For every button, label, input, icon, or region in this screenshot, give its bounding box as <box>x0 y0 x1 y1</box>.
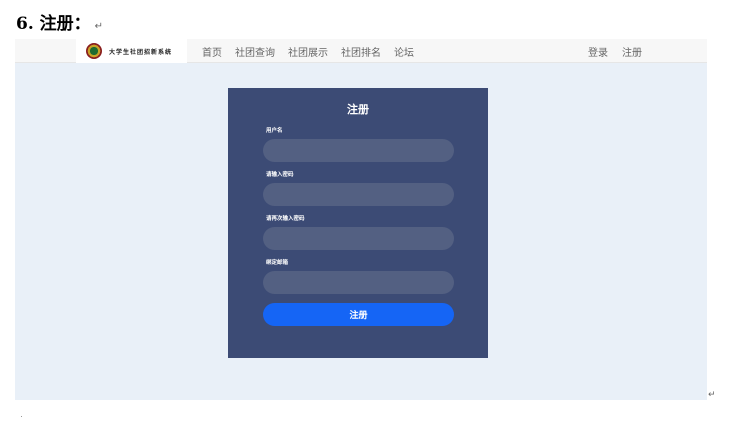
nav-link-club-ranking[interactable]: 社团排名 <box>341 44 381 59</box>
nav-link-club-showcase[interactable]: 社团展示 <box>288 44 328 59</box>
brand[interactable]: 大学生社团招新系统 <box>76 39 187 63</box>
confirm-password-label: 请再次输入密码 <box>266 216 305 222</box>
stray-dot <box>21 416 22 417</box>
top-navbar: 大学生社团招新系统 首页 社团查询 社团展示 社团排名 论坛 登录 注册 <box>15 39 707 63</box>
paragraph-end-mark-icon: ↵ <box>708 390 716 400</box>
document-heading: 6. 注册： ↵ <box>16 9 103 34</box>
username-input[interactable] <box>263 139 454 162</box>
email-input[interactable] <box>263 271 454 294</box>
password-input[interactable] <box>263 183 454 206</box>
password-label: 请输入密码 <box>266 172 294 178</box>
nav-links: 首页 社团查询 社团展示 社团排名 论坛 <box>202 39 414 63</box>
register-submit-button[interactable]: 注册 <box>263 303 454 326</box>
register-link[interactable]: 注册 <box>622 44 642 59</box>
nav-auth-links: 登录 注册 <box>588 39 642 63</box>
nav-link-club-search[interactable]: 社团查询 <box>235 44 275 59</box>
form-title: 注册 <box>347 103 369 116</box>
brand-name: 大学生社团招新系统 <box>109 48 173 56</box>
nav-link-home[interactable]: 首页 <box>202 44 222 59</box>
app-screenshot: 大学生社团招新系统 首页 社团查询 社团展示 社团排名 论坛 登录 注册 注册 … <box>15 39 707 400</box>
login-link[interactable]: 登录 <box>588 44 608 59</box>
username-label: 用户名 <box>266 128 283 134</box>
university-emblem-icon <box>86 43 102 59</box>
register-form-card: 注册 用户名 请输入密码 请再次输入密码 绑定邮箱 注册 <box>228 88 488 358</box>
heading-text: 6. 注册： <box>16 14 91 34</box>
confirm-password-input[interactable] <box>263 227 454 250</box>
nav-link-forum[interactable]: 论坛 <box>394 44 414 59</box>
paragraph-mark-icon: ↵ <box>94 21 104 32</box>
email-label: 绑定邮箱 <box>266 260 289 266</box>
